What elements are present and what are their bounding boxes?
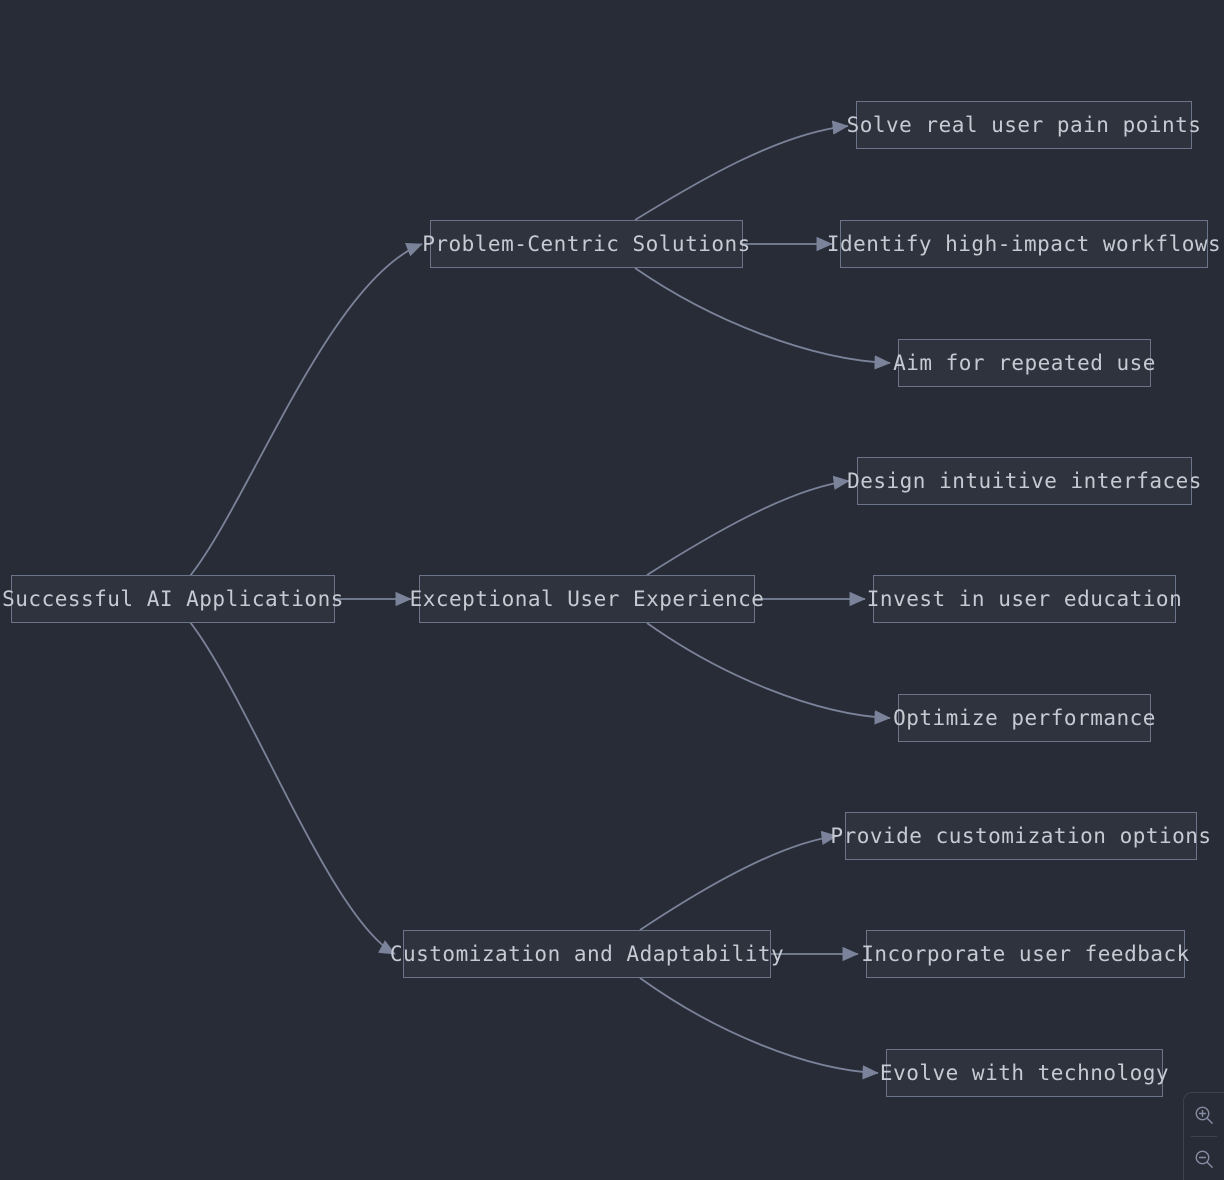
leaf-optimize-performance-label: Optimize performance [893,705,1156,730]
leaf-user-feedback[interactable]: Incorporate user feedback [861,930,1189,978]
leaf-user-education-label: Invest in user education [866,586,1183,611]
mindmap-canvas[interactable]: Successful AI Applications Problem‐Centri… [0,0,1224,1180]
zoom-controls-panel [1183,1092,1224,1180]
edge-root-to-problem-centric [189,242,423,577]
branch-user-experience[interactable]: Exceptional User Experience [410,575,764,623]
root[interactable]: Successful AI Applications [2,575,343,623]
zoom-in-button[interactable] [1184,1093,1224,1136]
leaf-evolve-technology-label: Evolve with technology [879,1060,1170,1085]
zoom-out-icon [1195,1150,1213,1168]
branch-customization[interactable]: Customization and Adaptability [390,930,784,978]
leaf-repeated-use[interactable]: Aim for repeated use [893,339,1155,387]
branch-user-experience-label: Exceptional User Experience [409,586,765,611]
leaf-solve-pain-points-label: Solve real user pain points [846,112,1202,137]
edge-ux-to-interfaces [646,475,850,576]
leaf-repeated-use-label: Aim for repeated use [893,350,1156,375]
leaf-user-feedback-label: Incorporate user feedback [861,941,1190,966]
leaf-solve-pain-points[interactable]: Solve real user pain points [847,101,1201,149]
zoom-in-icon [1195,1106,1213,1124]
branch-problem-centric-label: Problem‐Centric Solutions [422,231,751,256]
leaf-high-impact-workflows-label: Identify high‐impact workflows [826,231,1222,256]
leaf-customization-options-label: Provide customization options [830,823,1212,848]
edge-custom-to-evolve [639,977,879,1080]
leaf-intuitive-interfaces-label: Design intuitive interfaces [847,468,1202,493]
leaf-evolve-technology[interactable]: Evolve with technology [880,1049,1169,1097]
edge-problem-to-repeated-use [634,267,891,370]
leaf-customization-options[interactable]: Provide customization options [830,812,1211,860]
leaf-user-education[interactable]: Invest in user education [867,575,1182,623]
branch-customization-label: Customization and Adaptability [389,941,785,966]
edge-ux-to-performance [646,622,891,725]
zoom-out-button[interactable] [1184,1137,1224,1180]
branch-problem-centric[interactable]: Problem‐Centric Solutions [422,220,750,268]
leaf-high-impact-workflows[interactable]: Identify high‐impact workflows [827,220,1221,268]
edge-custom-to-options [639,830,838,931]
leaf-optimize-performance[interactable]: Optimize performance [893,694,1155,742]
edge-problem-to-pain-points [634,120,849,221]
edge-root-to-customization [189,621,396,955]
root-label: Successful AI Applications [2,586,344,611]
leaf-intuitive-interfaces[interactable]: Design intuitive interfaces [847,457,1201,505]
